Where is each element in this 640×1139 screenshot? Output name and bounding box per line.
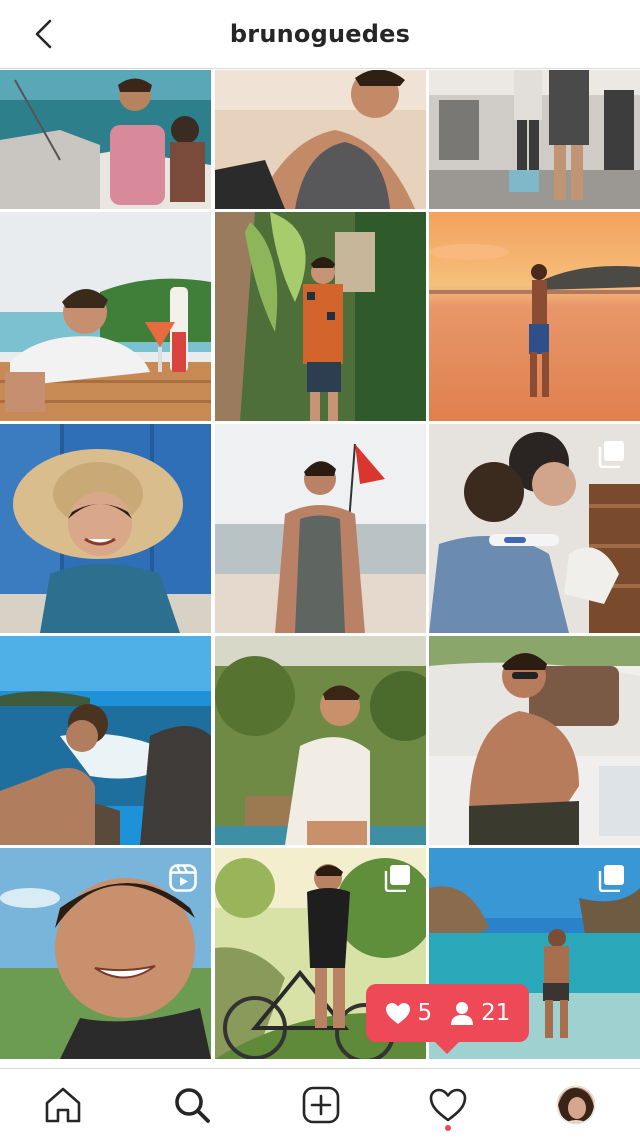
follows-count-item: 21 [450,1000,510,1026]
popup-pointer [435,1042,459,1054]
follows-count: 21 [481,1000,511,1026]
post-photo [0,70,211,209]
profile-username: brunoguedes [229,20,411,48]
post-photo [429,212,640,421]
post-tile[interactable] [0,636,211,845]
post-tile[interactable] [214,636,426,845]
post-photo [0,636,211,845]
post-tile[interactable] [429,212,640,421]
likes-count: 5 [417,1000,433,1026]
post-photo [214,424,426,633]
post-tile[interactable] [0,848,211,1059]
multiple-icon [384,865,410,892]
profile-avatar [556,1085,596,1125]
chevron-left-icon [35,19,52,49]
activity-notification-dot [445,1125,451,1131]
post-photo [0,424,211,633]
post-tile[interactable] [429,424,640,633]
post-photo [214,212,426,421]
home-icon [45,1087,81,1123]
tab-profile[interactable] [554,1083,598,1127]
post-tile[interactable] [0,70,211,209]
heart-icon [429,1088,467,1122]
post-tile[interactable] [0,212,211,421]
multiple-icon [598,865,624,892]
new-post-icon [302,1086,340,1124]
post-tile[interactable] [214,70,426,209]
post-tile[interactable] [214,424,426,633]
bottom-tab-bar [0,1068,640,1139]
post-tile[interactable] [0,424,211,633]
activity-notification-popup[interactable]: 5 21 [366,984,529,1054]
post-tile[interactable] [429,70,640,209]
search-icon [175,1088,210,1123]
multiple-icon [598,441,624,468]
posts-grid [0,70,640,1068]
top-bar: brunoguedes [0,0,640,69]
post-tile[interactable] [214,212,426,421]
reels-icon [169,864,197,892]
post-photo [214,70,426,209]
heart-filled-icon [385,1002,410,1024]
tab-home[interactable] [41,1083,85,1127]
post-photo [429,636,640,845]
back-button[interactable] [22,12,66,56]
post-photo [214,636,426,845]
post-tile[interactable] [429,636,640,845]
tab-search[interactable] [170,1083,214,1127]
tab-new-post[interactable] [299,1083,343,1127]
post-photo [429,70,640,209]
post-photo [0,212,211,421]
likes-count-item: 5 [385,1000,433,1026]
tab-activity[interactable] [426,1083,470,1127]
person-icon [451,1002,474,1025]
